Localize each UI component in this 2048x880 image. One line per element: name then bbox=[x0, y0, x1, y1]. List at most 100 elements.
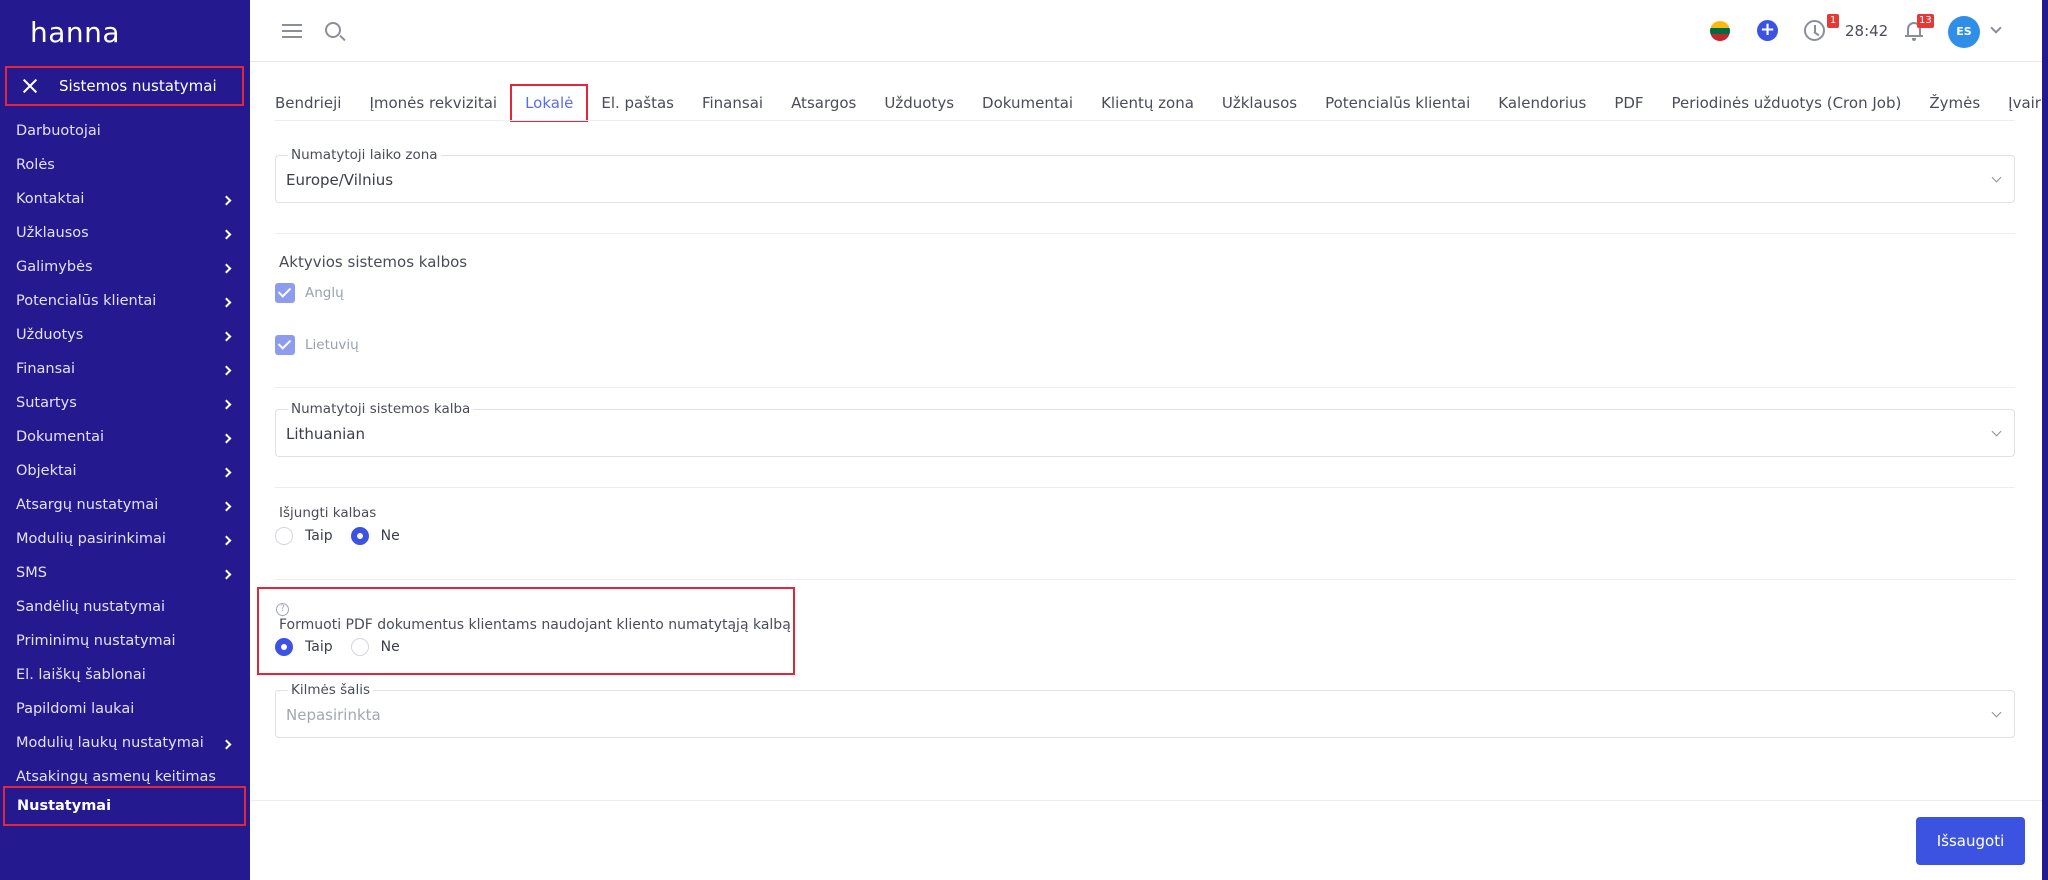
sidebar-item[interactable]: Modulių laukų nustatymai bbox=[0, 726, 250, 760]
radio-label[interactable]: Ne bbox=[381, 528, 400, 544]
sidebar-item-label: Darbuotojai bbox=[16, 123, 101, 139]
avatar[interactable]: ES bbox=[1948, 16, 1980, 48]
sidebar-item[interactable]: Priminimų nustatymai bbox=[0, 624, 250, 658]
sidebar-item[interactable]: Darbuotojai bbox=[0, 114, 250, 148]
default-language-label: Numatytoji sistemos kalba bbox=[288, 401, 474, 417]
pdf-client-language-label: Formuoti PDF dokumentus klientams naudoj… bbox=[279, 617, 791, 633]
app-logo[interactable]: hanna bbox=[30, 16, 120, 49]
checkbox-checked[interactable] bbox=[275, 335, 295, 355]
sidebar-item[interactable]: Kontaktai bbox=[0, 182, 250, 216]
chevron-right-icon bbox=[221, 535, 232, 545]
sidebar-item[interactable]: Sandėlių nustatymai bbox=[0, 590, 250, 624]
timezone-value: Europe/Vilnius bbox=[286, 171, 394, 189]
checkbox-label: Lietuvių bbox=[305, 337, 359, 353]
tab[interactable]: Įmonės rekvizitai bbox=[369, 94, 497, 112]
tab[interactable]: Dokumentai bbox=[982, 94, 1073, 112]
timezone-select[interactable]: Numatytoji laiko zona Europe/Vilnius bbox=[275, 147, 2015, 203]
divider bbox=[275, 487, 2015, 488]
radio-ne[interactable] bbox=[350, 638, 369, 656]
sidebar-item-nustatymai[interactable]: Nustatymai bbox=[3, 786, 246, 826]
add-icon[interactable]: + bbox=[1757, 20, 1778, 41]
origin-country-label: Kilmės šalis bbox=[288, 682, 373, 698]
sidebar-item[interactable]: Rolės bbox=[0, 148, 250, 182]
chevron-down-icon[interactable] bbox=[1990, 22, 2002, 34]
sidebar-item[interactable]: Modulių pasirinkimai bbox=[0, 522, 250, 556]
chevron-right-icon bbox=[221, 365, 232, 375]
radio-taip[interactable] bbox=[275, 638, 293, 656]
sidebar-item[interactable]: Atsargų nustatymai bbox=[0, 488, 250, 522]
checkbox-english[interactable]: Anglų bbox=[275, 283, 344, 303]
default-language-value: Lithuanian bbox=[286, 425, 365, 443]
sidebar-item-label: Galimybės bbox=[16, 259, 93, 275]
tab[interactable]: Užduotys bbox=[884, 94, 954, 112]
origin-country-select[interactable]: Kilmės šalis Nepasirinkta bbox=[275, 682, 2015, 738]
sidebar-item-label: SMS bbox=[16, 565, 47, 581]
sidebar-item-label: Užklausos bbox=[16, 225, 89, 241]
topbar: + 1 28:42 13 ES bbox=[250, 0, 2042, 62]
disable-languages-label: Išjungti kalbas bbox=[279, 505, 377, 521]
sidebar-item[interactable]: Galimybės bbox=[0, 250, 250, 284]
radio-label[interactable]: Ne bbox=[381, 639, 400, 655]
tab[interactable]: Klientų zona bbox=[1101, 94, 1194, 112]
radio-label[interactable]: Taip bbox=[305, 528, 333, 544]
timer: 28:42 bbox=[1845, 22, 1889, 40]
sidebar-item-label: Nustatymai bbox=[17, 798, 112, 814]
sidebar-item-label: Sutartys bbox=[16, 395, 77, 411]
radio-ne[interactable] bbox=[350, 527, 369, 545]
default-language-select[interactable]: Numatytoji sistemos kalba Lithuanian bbox=[275, 401, 2015, 457]
tab[interactable]: Atsargos bbox=[791, 94, 856, 112]
tab[interactable]: PDF bbox=[1614, 94, 1643, 112]
divider bbox=[275, 387, 2015, 388]
help-icon[interactable]: ? bbox=[276, 603, 289, 616]
close-icon[interactable] bbox=[21, 77, 39, 95]
sidebar-item[interactable]: Objektai bbox=[0, 454, 250, 488]
disable-languages-radio-group: Taip Ne bbox=[275, 527, 418, 545]
chevron-right-icon bbox=[221, 399, 232, 409]
chevron-right-icon bbox=[221, 569, 232, 579]
chevron-right-icon bbox=[221, 739, 232, 749]
tab[interactable]: El. paštas bbox=[601, 94, 674, 112]
tab[interactable]: Bendrieji bbox=[275, 94, 341, 112]
radio-label[interactable]: Taip bbox=[305, 639, 333, 655]
sidebar-item-label: Potencialūs klientai bbox=[16, 293, 157, 309]
tab[interactable]: Užklausos bbox=[1222, 94, 1297, 112]
radio-taip[interactable] bbox=[275, 527, 293, 545]
divider bbox=[275, 579, 2015, 580]
chevron-right-icon bbox=[221, 467, 232, 477]
tab[interactable]: Periodinės užduotys (Cron Job) bbox=[1672, 94, 1902, 112]
clock-icon[interactable] bbox=[1804, 20, 1825, 41]
sidebar-item[interactable]: El. laiškų šablonai bbox=[0, 658, 250, 692]
chevron-right-icon bbox=[221, 195, 232, 205]
active-languages-label: Aktyvios sistemos kalbos bbox=[279, 253, 468, 271]
sidebar-item[interactable]: SMS bbox=[0, 556, 250, 590]
chevron-down-icon bbox=[1991, 707, 2002, 718]
chevron-right-icon bbox=[221, 501, 232, 511]
checkbox-checked[interactable] bbox=[275, 283, 295, 303]
sidebar-item[interactable]: Užklausos bbox=[0, 216, 250, 250]
clock-badge: 1 bbox=[1827, 14, 1839, 28]
tab[interactable]: Kalendorius bbox=[1498, 94, 1586, 112]
scrollbar[interactable] bbox=[2042, 0, 2048, 880]
tab[interactable]: Potencialūs klientai bbox=[1325, 94, 1470, 112]
sidebar-item[interactable]: Dokumentai bbox=[0, 420, 250, 454]
checkbox-lithuanian[interactable]: Lietuvių bbox=[275, 335, 359, 355]
tab[interactable]: Žymės bbox=[1929, 94, 1980, 112]
tab[interactable]: Lokalė bbox=[510, 84, 589, 122]
sidebar-item[interactable]: Užduotys bbox=[0, 318, 250, 352]
origin-country-placeholder: Nepasirinkta bbox=[286, 706, 381, 724]
sidebar-item[interactable]: Papildomi laukai bbox=[0, 692, 250, 726]
sidebar-item[interactable]: Finansai bbox=[0, 352, 250, 386]
sidebar-item[interactable]: Potencialūs klientai bbox=[0, 284, 250, 318]
sidebar-nav: Darbuotojai Rolės Kontaktai Užklausos Galimy… bbox=[0, 114, 250, 794]
sidebar-item[interactable]: Sutartys bbox=[0, 386, 250, 420]
footer-divider bbox=[250, 800, 2042, 801]
save-button[interactable]: Išsaugoti bbox=[1916, 817, 2025, 865]
sidebar-item-label: Atsargų nustatymai bbox=[16, 497, 159, 513]
chevron-right-icon bbox=[221, 263, 232, 273]
search-icon[interactable] bbox=[325, 22, 341, 38]
sidebar-header[interactable]: Sistemos nustatymai bbox=[5, 66, 244, 106]
menu-icon[interactable] bbox=[282, 24, 302, 38]
lithuania-flag-icon[interactable] bbox=[1710, 21, 1730, 41]
tab[interactable]: Finansai bbox=[702, 94, 763, 112]
sidebar: hanna Sistemos nustatymai Darbuotojai Rol… bbox=[0, 0, 250, 880]
